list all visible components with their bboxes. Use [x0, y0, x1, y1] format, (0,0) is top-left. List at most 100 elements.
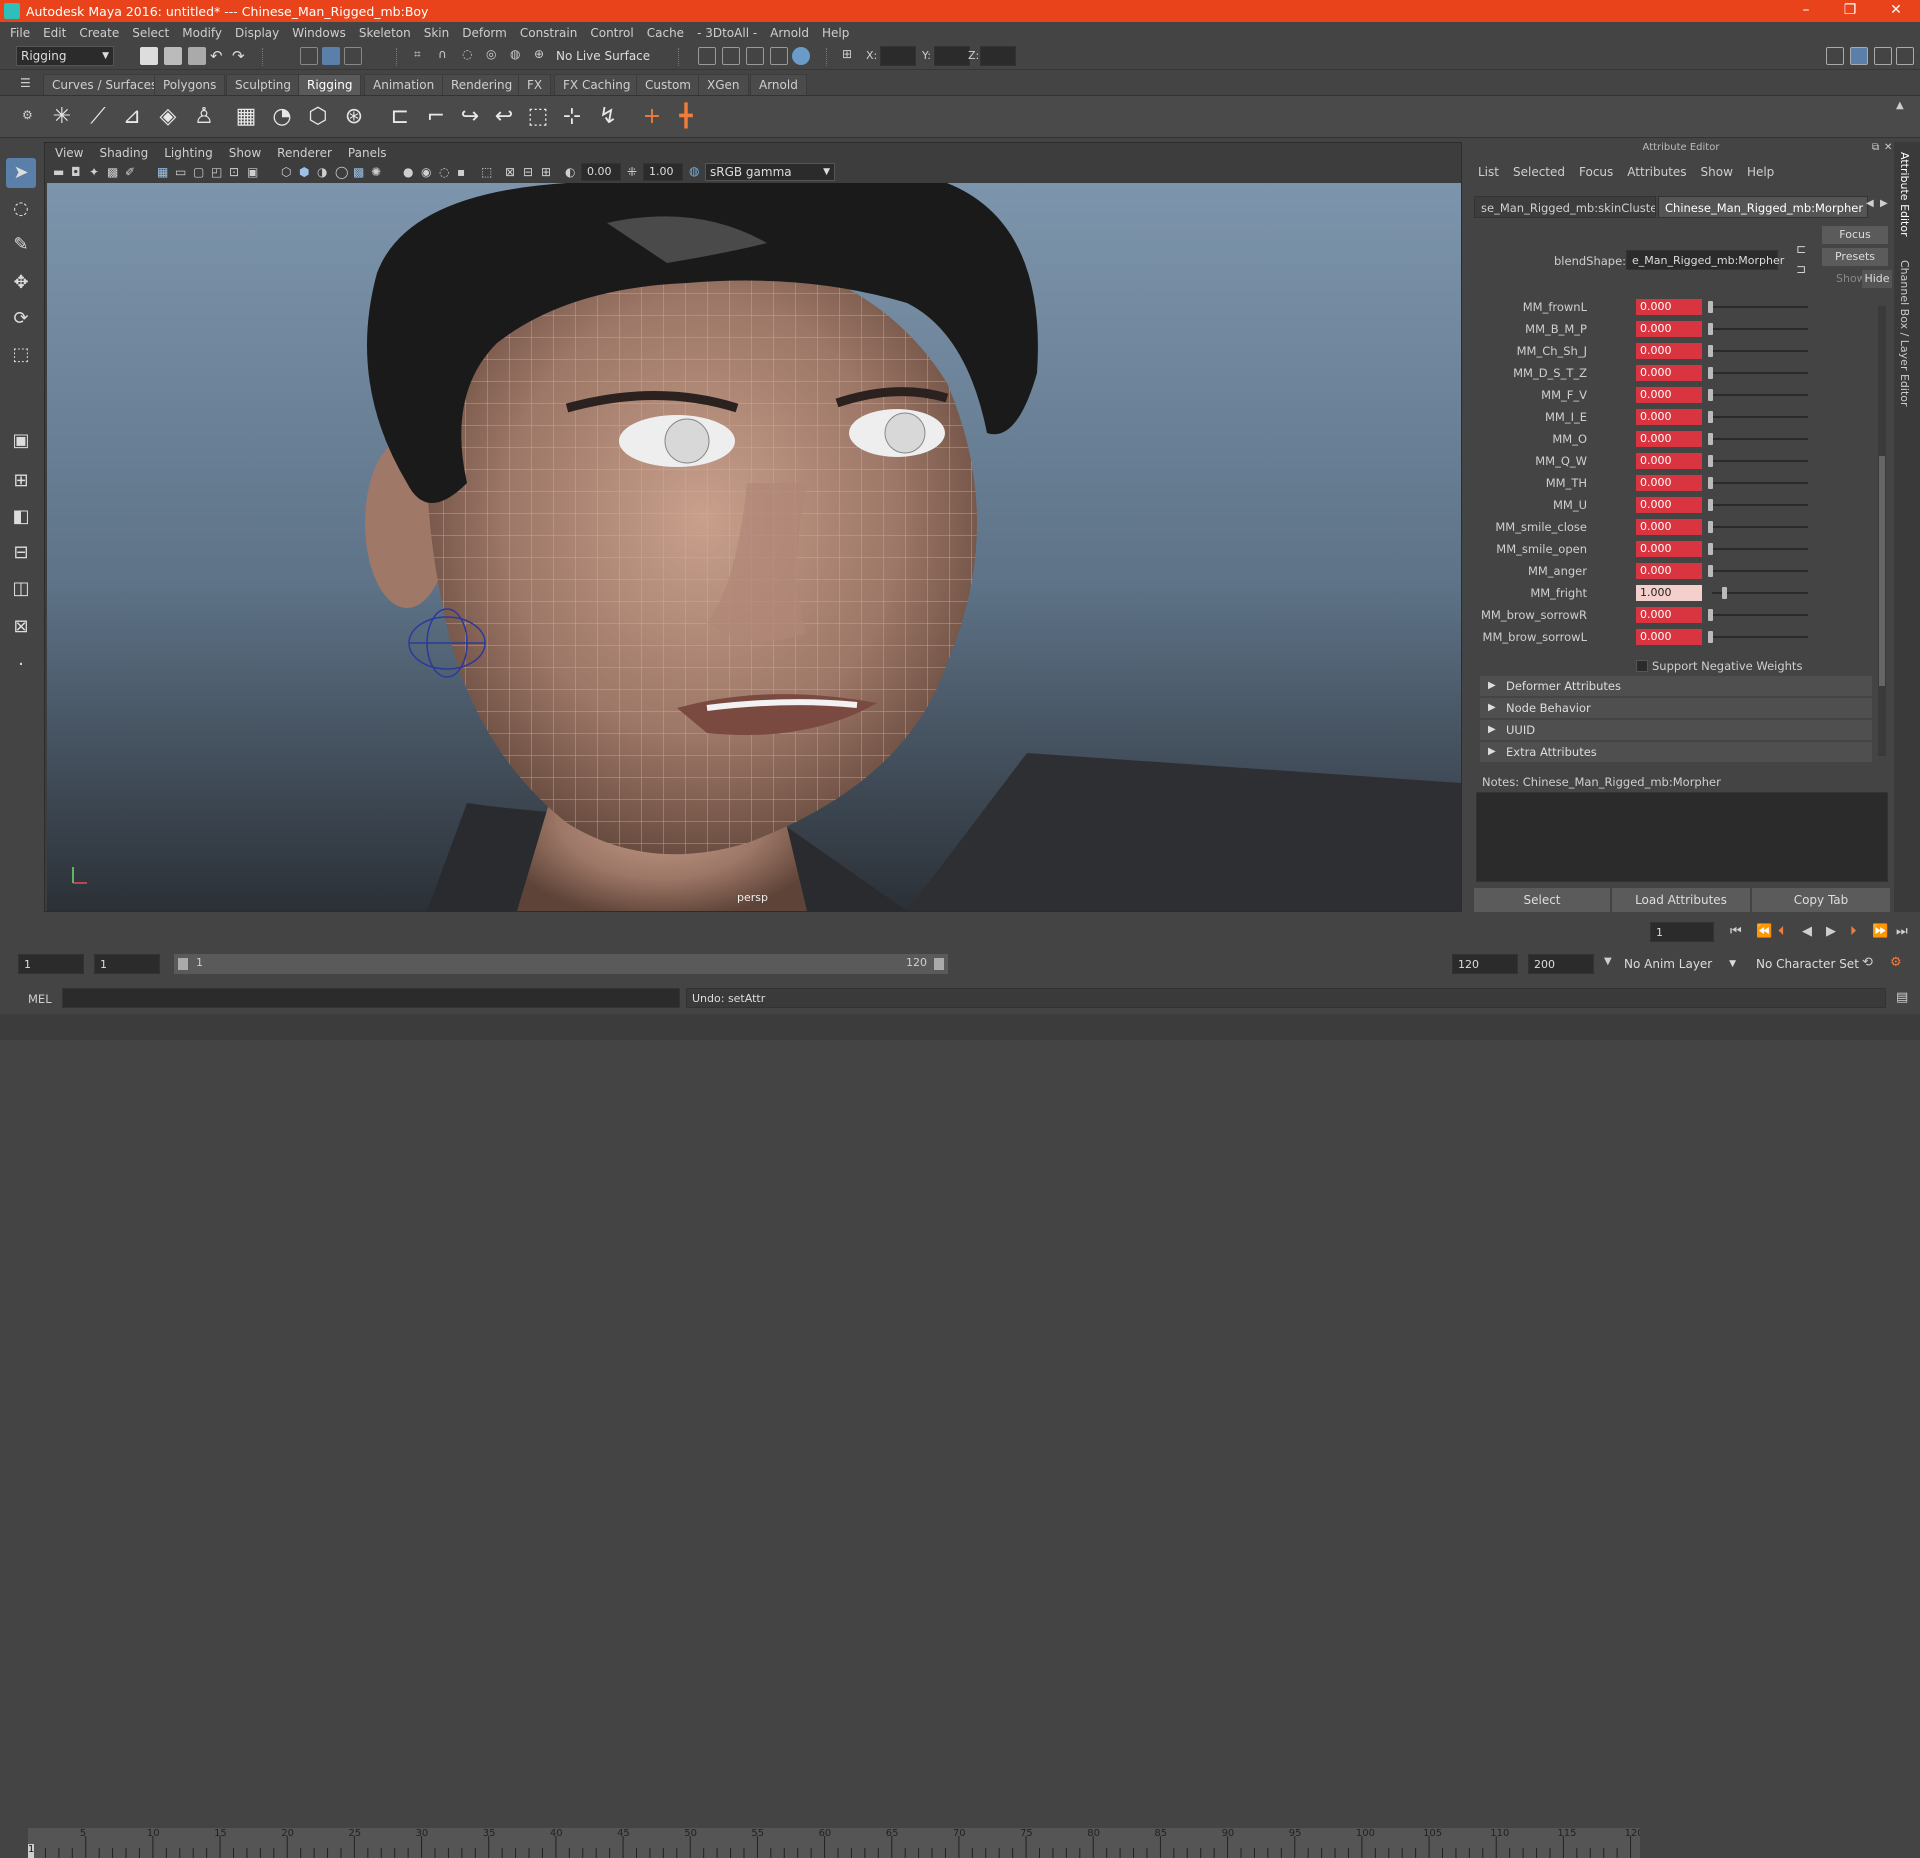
- section-node-behavior[interactable]: ▶ Node Behavior: [1480, 698, 1872, 718]
- scale-constraint-icon[interactable]: ⬚: [524, 103, 552, 131]
- humanik-icon[interactable]: ♙: [190, 103, 218, 131]
- go-to-end-icon[interactable]: ⏭: [1896, 924, 1908, 939]
- tab-channel-box[interactable]: Channel Box / Layer Editor: [1898, 260, 1911, 407]
- menu-constrain[interactable]: Constrain: [520, 26, 578, 40]
- ae-menu-selected[interactable]: Selected: [1513, 165, 1565, 179]
- section-extra-attributes[interactable]: ▶ Extra Attributes: [1480, 742, 1872, 762]
- script-editor-icon[interactable]: ▤: [1896, 990, 1908, 1005]
- close-button[interactable]: ✕: [1876, 0, 1916, 22]
- shelf-menu-icon[interactable]: ☰: [20, 76, 31, 90]
- gamma-icon[interactable]: ⁜: [627, 165, 637, 179]
- command-input[interactable]: [62, 988, 680, 1008]
- quick-rig-icon[interactable]: ◈: [154, 103, 182, 131]
- weight-slider[interactable]: [1708, 631, 1713, 643]
- locator-ik-icon[interactable]: ╋: [672, 103, 700, 131]
- color-management-icon[interactable]: ◍: [689, 164, 699, 178]
- weight-field[interactable]: 0.000: [1636, 519, 1702, 535]
- weight-field[interactable]: 0.000: [1636, 387, 1702, 403]
- weight-field[interactable]: 1.000: [1636, 585, 1702, 601]
- weight-slider[interactable]: [1708, 345, 1713, 357]
- lattice-icon[interactable]: ⬡: [304, 103, 332, 131]
- go-to-start-icon[interactable]: ⏮: [1730, 924, 1742, 939]
- hypershade-layout-icon[interactable]: ◫: [6, 574, 36, 604]
- outliner-layout-icon[interactable]: ⊠: [6, 612, 36, 642]
- menu-arnold[interactable]: Arnold: [770, 26, 809, 40]
- shadows-icon[interactable]: ✺: [371, 165, 381, 179]
- step-back-key-icon[interactable]: ⏴: [1778, 924, 1785, 939]
- exposure-field[interactable]: 0.00: [581, 163, 621, 181]
- snap-live-icon[interactable]: ⊕: [534, 47, 552, 65]
- tab-scroll-right-icon[interactable]: ▶: [1880, 198, 1888, 209]
- range-start-handle[interactable]: [178, 958, 188, 970]
- panel-menu-show[interactable]: Show: [229, 146, 261, 160]
- image-plane-icon[interactable]: ▩: [107, 165, 118, 179]
- snap-view-plane-icon[interactable]: ◎: [486, 47, 504, 65]
- ae-menu-attributes[interactable]: Attributes: [1627, 165, 1686, 179]
- xray-joints-icon[interactable]: ⊟: [523, 165, 533, 179]
- x-field[interactable]: [880, 46, 916, 66]
- menu-modify[interactable]: Modify: [182, 26, 222, 40]
- copy-tab-button[interactable]: Copy Tab: [1752, 888, 1890, 912]
- blend-shape-icon[interactable]: ⊏: [386, 103, 414, 131]
- menu-create[interactable]: Create: [79, 26, 119, 40]
- anti-aliasing-icon[interactable]: ◌: [439, 165, 449, 179]
- float-panel-icon[interactable]: ⧉: [1872, 142, 1879, 153]
- step-forward-icon[interactable]: ⏩: [1872, 924, 1888, 939]
- menu-file[interactable]: File: [10, 26, 30, 40]
- weight-slider[interactable]: [1708, 521, 1713, 533]
- shelf-options-icon[interactable]: ⚙: [22, 108, 33, 122]
- playback-start-field[interactable]: 1: [94, 954, 160, 974]
- safe-action-icon[interactable]: ▣: [247, 165, 258, 179]
- weight-field[interactable]: 0.000: [1636, 365, 1702, 381]
- cluster-icon[interactable]: ⊛: [340, 103, 368, 131]
- blendshape-name-field[interactable]: e_Man_Rigged_mb:Morpher: [1626, 250, 1784, 270]
- hypershade-icon[interactable]: [792, 47, 810, 65]
- weight-slider[interactable]: [1708, 323, 1713, 335]
- support-negative-checkbox[interactable]: [1636, 660, 1648, 672]
- new-scene-icon[interactable]: [140, 47, 158, 65]
- scene-start-field[interactable]: 1: [18, 954, 84, 974]
- close-panel-icon[interactable]: ✕: [1884, 142, 1892, 153]
- menu-skeleton[interactable]: Skeleton: [359, 26, 411, 40]
- motion-blur-icon[interactable]: ◉: [421, 165, 431, 179]
- ae-scroll-thumb[interactable]: [1879, 456, 1885, 686]
- menu-edit[interactable]: Edit: [43, 26, 66, 40]
- weight-field[interactable]: 0.000: [1636, 541, 1702, 557]
- ae-menu-focus[interactable]: Focus: [1579, 165, 1613, 179]
- view-transform-dropdown[interactable]: sRGB gamma ▼: [705, 163, 835, 181]
- anim-layer-dropdown[interactable]: No Anim Layer ▼: [1620, 954, 1738, 974]
- attribute-editor-toggle-icon[interactable]: [1850, 47, 1868, 65]
- menu-skin[interactable]: Skin: [424, 26, 450, 40]
- weight-field[interactable]: 0.000: [1636, 299, 1702, 315]
- weight-slider[interactable]: [1708, 433, 1713, 445]
- orient-constraint-icon[interactable]: ↩: [490, 103, 518, 131]
- playback-end-field[interactable]: 120: [1452, 954, 1518, 974]
- tab-curves-surfaces[interactable]: Curves / Surfaces: [43, 74, 167, 95]
- ae-menu-list[interactable]: List: [1478, 165, 1499, 179]
- wireframe-icon[interactable]: ⬡: [281, 165, 291, 179]
- tab-morpher[interactable]: Chinese_Man_Rigged_mb:Morpher: [1658, 196, 1868, 218]
- weight-slider[interactable]: [1708, 477, 1713, 489]
- live-surface-field[interactable]: No Live Surface: [552, 46, 652, 66]
- tool-settings-icon[interactable]: [1874, 47, 1892, 65]
- bookmark-icon[interactable]: ✦: [89, 165, 99, 179]
- pole-vector-icon[interactable]: ↯: [594, 103, 622, 131]
- 3d-viewport[interactable]: persp: [47, 183, 1461, 911]
- aim-constraint-icon[interactable]: ⊹: [558, 103, 586, 131]
- weight-field[interactable]: 0.000: [1636, 409, 1702, 425]
- play-backwards-icon[interactable]: ◀: [1802, 924, 1812, 939]
- weight-slider[interactable]: [1722, 587, 1727, 599]
- weight-field[interactable]: 0.000: [1636, 343, 1702, 359]
- menu-deform[interactable]: Deform: [462, 26, 507, 40]
- exposure-icon[interactable]: ◐: [565, 165, 575, 179]
- select-component-icon[interactable]: [344, 47, 362, 65]
- z-field[interactable]: [980, 46, 1016, 66]
- modeling-toolkit-icon[interactable]: [1826, 47, 1844, 65]
- select-node-icon[interactable]: ⊏: [1796, 242, 1806, 256]
- transform-mode-icon[interactable]: ⊞: [842, 47, 860, 65]
- preferences-icon[interactable]: ⚙: [1890, 955, 1902, 970]
- weight-field[interactable]: 0.000: [1636, 431, 1702, 447]
- tab-polygons[interactable]: Polygons: [154, 74, 226, 95]
- load-attributes-button[interactable]: Load Attributes: [1612, 888, 1750, 912]
- render-region-icon[interactable]: [722, 47, 740, 65]
